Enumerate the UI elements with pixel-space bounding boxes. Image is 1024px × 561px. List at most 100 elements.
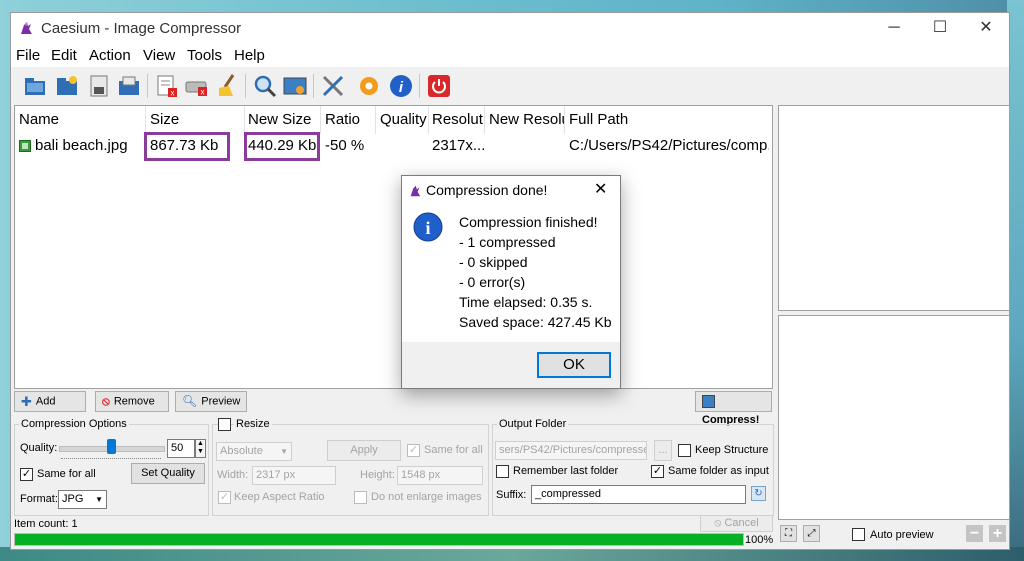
column-separator [428,106,429,134]
toolbar-separator [245,74,246,98]
menu-action[interactable]: Action [89,47,131,64]
compression-done-dialog: Compression done! ✕ i Compression finish… [401,175,621,389]
broom-icon[interactable] [213,72,241,100]
remember-last-folder-checkbox[interactable] [496,465,509,478]
height-spinbox[interactable]: 1548 px [397,466,483,485]
same-for-all-checkbox[interactable]: ✓ [20,468,33,481]
menu-bar: File Edit Action View Tools Help [11,43,1009,67]
dialog-message-line: Saved space: 427.45 Kb [459,314,612,330]
apply-button[interactable]: Apply [327,440,401,461]
info-icon[interactable]: i [387,72,415,100]
original-preview-pane [778,105,1010,311]
keep-aspect-ratio-label: Keep Aspect Ratio [234,491,325,503]
column-header-name[interactable]: Name [19,111,144,128]
remove-item-icon[interactable]: x [183,72,211,100]
save-icon[interactable] [85,72,113,100]
dialog-message-line: - 0 error(s) [459,274,526,290]
resize-same-for-all-label: Same for all [424,444,483,456]
output-path-field[interactable]: sers/PS42/Pictures/compressed [495,441,647,460]
column-separator [244,106,245,134]
dialog-ok-button[interactable]: OK [537,352,611,378]
menu-help[interactable]: Help [234,47,265,64]
keep-structure-checkbox[interactable] [678,444,691,457]
column-header-resolution[interactable]: Resolut [432,111,484,128]
cancel-icon: ⦸ [714,517,725,529]
dialog-close-button[interactable]: ✕ [594,179,607,199]
set-quality-button[interactable]: Set Quality [131,463,205,484]
search-icon[interactable] [251,72,279,100]
export-icon[interactable] [115,72,143,100]
add-button[interactable]: ✚ Add [14,391,86,412]
column-header-quality[interactable]: Quality [380,111,430,128]
remove-button[interactable]: ⦸ Remove [95,391,169,412]
tools-icon[interactable] [319,72,347,100]
compressed-preview-pane [778,315,1010,520]
close-button[interactable]: ✕ [963,13,1009,43]
column-separator [145,106,146,134]
resize-mode-value: Absolute [220,445,263,457]
resize-checkbox[interactable] [218,418,231,431]
actual-size-icon[interactable]: ⤢ [803,525,820,542]
image-preview-icon[interactable] [281,72,309,100]
column-separator [375,106,376,134]
width-spinbox[interactable]: 2317 px [252,466,336,485]
plus-icon: ✚ [21,394,32,409]
resize-same-for-all-checkbox[interactable]: ✓ [407,444,420,457]
minimize-button[interactable]: ─ [871,13,917,43]
menu-tools[interactable]: Tools [187,47,222,64]
suffix-input[interactable]: _compressed [531,485,746,504]
compress-button[interactable]: Compress! [695,391,772,426]
fit-view-icon[interactable]: ⛶ [780,525,797,542]
add-button-label: Add [35,395,56,408]
same-folder-as-input-label: Same folder as input [668,465,769,477]
file-ratio: -50 % [325,137,365,154]
format-select[interactable]: JPG ▼ [58,490,107,509]
column-header-ratio[interactable]: Ratio [325,111,375,128]
maximize-button[interactable]: ☐ [917,13,963,43]
file-list[interactable]: Name Size New Size Ratio Quality Resolut… [14,105,773,389]
column-header-full-path[interactable]: Full Path [569,111,769,128]
menu-file[interactable]: File [16,47,40,64]
refresh-icon[interactable]: ↻ [751,486,766,501]
quality-spin-arrows[interactable]: ▲ ▼ [195,439,206,458]
column-header-new-size[interactable]: New Size [248,111,318,128]
clear-list-icon[interactable]: x [153,72,181,100]
quality-spinbox[interactable]: 50 [167,439,195,458]
format-label: Format: [20,493,58,505]
preview-button[interactable]: 🔍︎ Preview [175,391,247,412]
open-folder-icon[interactable] [21,72,49,100]
progress-fill [15,534,743,545]
quality-slider-thumb[interactable] [107,439,116,454]
list-button-row: ✚ Add ⦸ Remove 🔍︎ Preview Compress! [14,391,773,426]
column-header-size[interactable]: Size [150,111,240,128]
auto-preview-checkbox[interactable] [852,528,865,541]
chevron-down-icon: ▼ [95,495,103,504]
zoom-out-icon[interactable]: − [966,525,983,542]
do-not-enlarge-checkbox[interactable] [354,491,367,504]
keep-aspect-ratio-checkbox[interactable]: ✓ [218,491,231,504]
browse-button[interactable]: ... [654,440,672,461]
zoom-in-icon[interactable]: + [989,525,1006,542]
remove-button-label: Remove [113,395,155,408]
cancel-button[interactable]: ⦸ Cancel [700,515,773,532]
dialog-title: Compression done! [426,182,548,198]
cancel-button-label: Cancel [724,517,759,529]
file-name: bali beach.jpg [35,137,128,154]
no-entry-icon: ⦸ [102,394,110,408]
same-for-all-label: Same for all [37,468,96,480]
column-header-new-resolution[interactable]: New Resolu [489,111,565,128]
column-separator [564,106,565,134]
power-icon[interactable] [425,72,453,100]
menu-edit[interactable]: Edit [51,47,77,64]
toolbar-separator [419,74,420,98]
settings-icon[interactable] [355,72,383,100]
format-select-value: JPG [62,493,84,505]
menu-view[interactable]: View [143,47,175,64]
same-folder-as-input-checkbox[interactable]: ✓ [651,465,664,478]
column-separator [320,106,321,134]
svg-text:i: i [425,218,430,238]
item-count-label: Item count: 1 [14,518,78,530]
add-folder-icon[interactable] [53,72,81,100]
resize-mode-select[interactable]: Absolute ▼ [216,442,292,461]
keep-structure-label: Keep Structure [695,444,769,456]
